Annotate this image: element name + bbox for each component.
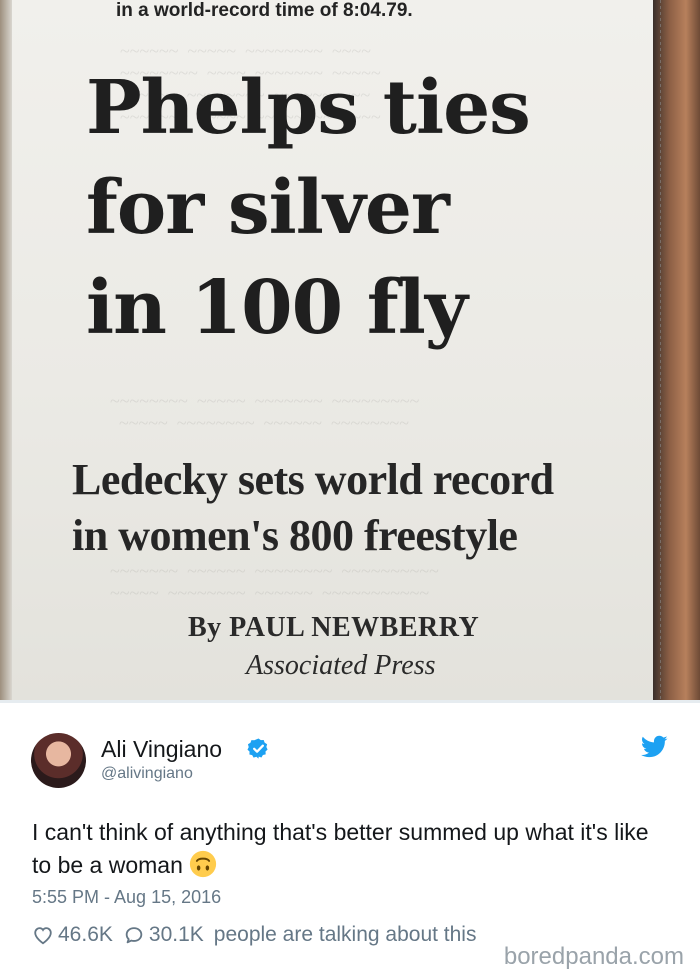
- author-name[interactable]: Ali Vingiano: [101, 735, 222, 763]
- tweet-text: I can't think of anything that's better …: [32, 816, 672, 882]
- headline-line: Phelps ties: [86, 65, 531, 151]
- avatar[interactable]: [31, 733, 86, 788]
- subheadline-line: Ledecky sets world record: [72, 455, 554, 504]
- headline-kicker: in a world-record time of 8:04.79.: [116, 0, 413, 21]
- upside-down-face-icon: [189, 850, 216, 878]
- reply-count[interactable]: 30.1K: [149, 923, 204, 947]
- like-count[interactable]: 46.6K: [58, 923, 113, 947]
- headline-line: in 100 fly: [86, 265, 468, 351]
- newspaper-subheadline: Ledecky sets world record in women's 800…: [72, 452, 632, 564]
- subheadline-line: in women's 800 freestyle: [72, 511, 518, 560]
- headline-line: for silver: [86, 165, 450, 251]
- tweet-actions: 46.6K 30.1K people are talking about thi…: [32, 923, 476, 947]
- newspaper-photo: ~~~~~~ ~~~~~ ~~~~~~~~ ~~~~ ~~~~~~~~ ~~~~…: [0, 0, 700, 700]
- author-handle[interactable]: @alivingiano: [101, 764, 193, 784]
- paper-left-edge: [0, 0, 12, 700]
- twitter-bird-icon[interactable]: [641, 735, 668, 759]
- watermark: boredpanda.com: [501, 943, 686, 971]
- byline: By PAUL NEWBERRY: [188, 612, 480, 643]
- speech-bubble-icon[interactable]: [123, 924, 145, 946]
- newspaper-headline: Phelps ties for silver in 100 fly: [86, 58, 646, 358]
- heart-icon[interactable]: [32, 924, 54, 946]
- tweet-timestamp[interactable]: 5:55 PM - Aug 15, 2016: [32, 887, 221, 908]
- paper-fold-line: [660, 0, 661, 700]
- tweet-body: I can't think of anything that's better …: [32, 819, 649, 878]
- byline-agency: Associated Press: [246, 650, 436, 681]
- verified-badge-icon: [247, 738, 268, 759]
- talking-about-text[interactable]: people are talking about this: [214, 923, 477, 947]
- divider: [0, 700, 700, 703]
